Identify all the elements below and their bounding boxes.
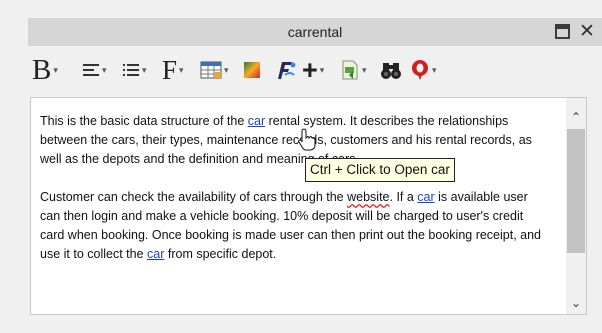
vertical-scrollbar[interactable]: ⌃ ⌄ bbox=[566, 98, 586, 314]
document-icon bbox=[342, 60, 358, 80]
plus-icon: + bbox=[302, 55, 318, 85]
list-button[interactable]: ▾ bbox=[122, 56, 147, 84]
align-icon bbox=[83, 64, 99, 76]
chevron-down-icon: ▾ bbox=[142, 64, 147, 75]
chevron-down-icon: ▾ bbox=[179, 64, 184, 75]
text-run: Customer can check the availability of c… bbox=[40, 190, 348, 204]
chevron-down-icon: ▾ bbox=[102, 64, 107, 75]
close-icon[interactable]: ✕ bbox=[578, 22, 596, 41]
clear-format-button[interactable] bbox=[272, 56, 296, 84]
font-icon: F bbox=[162, 55, 178, 85]
text-run: This is the basic data structure of the bbox=[40, 114, 248, 128]
toolbar: B ▾ ▾ ▾ F ▾ ▾ + ▾ ▾ ▾ bbox=[30, 52, 602, 88]
bold-icon: B bbox=[32, 54, 52, 86]
app-window: carrental ✕ B ▾ ▾ ▾ F ▾ ▾ + ▾ ▾ ▾ This i… bbox=[0, 0, 602, 333]
font-button[interactable]: F ▾ bbox=[162, 56, 184, 84]
spellcheck-button[interactable]: ▾ bbox=[410, 56, 437, 84]
insert-button[interactable]: + ▾ bbox=[302, 56, 324, 84]
list-icon bbox=[123, 64, 139, 76]
chevron-down-icon: ▾ bbox=[362, 64, 367, 75]
spellcheck-icon bbox=[412, 60, 428, 80]
bold-button[interactable]: B ▾ bbox=[32, 54, 58, 86]
editor-content[interactable]: This is the basic data structure of the … bbox=[40, 112, 548, 264]
car-link[interactable]: car bbox=[147, 247, 164, 261]
scroll-up-icon[interactable]: ⌃ bbox=[566, 108, 586, 126]
find-binoculars-icon bbox=[381, 63, 401, 79]
restore-icon[interactable] bbox=[554, 23, 572, 41]
clear-format-icon bbox=[278, 62, 296, 79]
paragraph: This is the basic data structure of the … bbox=[40, 112, 548, 169]
chevron-down-icon: ▾ bbox=[53, 64, 58, 75]
color-picker-icon bbox=[244, 62, 260, 78]
table-button[interactable]: ▾ bbox=[200, 56, 229, 84]
scroll-thumb[interactable] bbox=[567, 129, 585, 253]
table-icon bbox=[200, 61, 222, 79]
car-link[interactable]: car bbox=[417, 190, 434, 204]
misspelled-word[interactable]: website bbox=[347, 190, 389, 204]
paragraph: Customer can check the availability of c… bbox=[40, 188, 548, 264]
title-bar[interactable]: carrental ✕ bbox=[28, 18, 602, 46]
chevron-down-icon: ▾ bbox=[319, 64, 325, 75]
window-title: carrental bbox=[287, 24, 343, 40]
find-button[interactable] bbox=[380, 56, 402, 84]
hand-cursor-icon bbox=[298, 128, 316, 151]
document-button[interactable]: ▾ bbox=[340, 56, 367, 84]
text-run: from specific depot. bbox=[164, 247, 277, 261]
text-run: . If a bbox=[389, 190, 418, 204]
car-link[interactable]: car bbox=[248, 114, 265, 128]
tooltip: Ctrl + Click to Open car bbox=[305, 158, 455, 182]
chevron-down-icon: ▾ bbox=[224, 64, 229, 75]
color-picker-button[interactable] bbox=[242, 56, 262, 84]
align-button[interactable]: ▾ bbox=[82, 56, 107, 84]
scroll-down-icon[interactable]: ⌄ bbox=[566, 294, 586, 312]
chevron-down-icon: ▾ bbox=[432, 64, 437, 75]
